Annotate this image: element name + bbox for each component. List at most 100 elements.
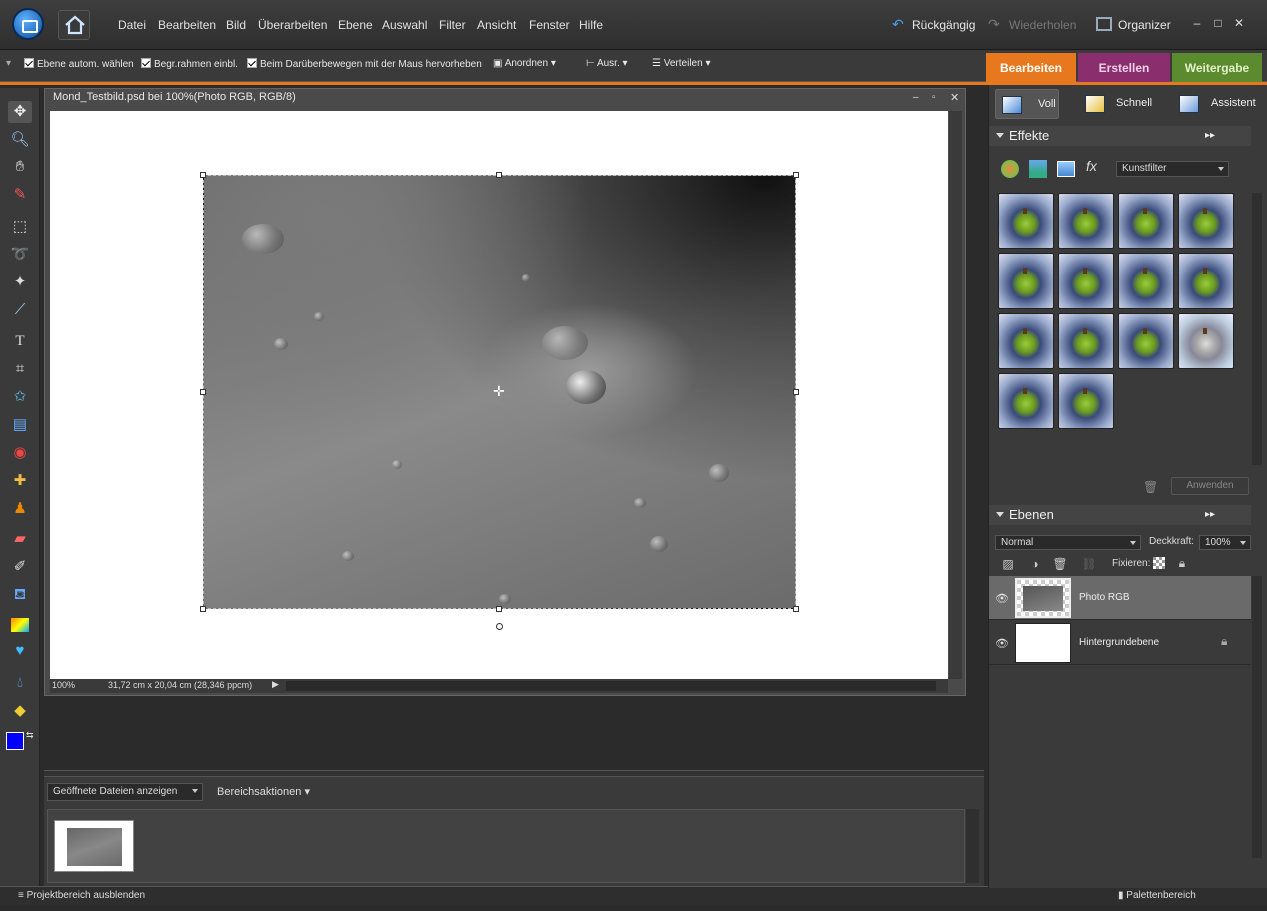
lock-all-icon[interactable]: 🔒︎ [1174,555,1190,571]
magic-wand-tool-icon[interactable]: ✦ [8,271,32,293]
effect-thumbnail[interactable] [1178,313,1234,369]
swap-colors-icon[interactable]: ⇆ [26,730,34,741]
open-files-dropdown[interactable]: Geöffnete Dateien anzeigen [47,783,203,801]
app-logo-icon[interactable] [12,8,44,40]
type-tool-icon[interactable]: T [8,330,32,352]
opacity-field[interactable]: 100% [1199,535,1251,550]
reference-point-icon[interactable]: ✛ [493,383,505,400]
menu-bild[interactable]: Bild [226,18,246,32]
link-layers-icon[interactable]: ⛓︎ [1081,556,1097,572]
auto-select-checkbox[interactable]: Ebene autom. wählen [24,58,134,70]
vertical-scrollbar[interactable] [949,111,962,679]
layer-row-background[interactable]: 👁︎ Hintergrundebene 🔒︎ [989,621,1251,665]
undo-icon[interactable]: ↶ [892,16,904,33]
close-icon[interactable]: ✕ [1232,16,1246,30]
effect-thumbnail[interactable] [1058,253,1114,309]
all-effects-icon[interactable]: fx [1086,158,1097,174]
shape-tool-icon[interactable]: ♥ [8,640,32,662]
options-arrow-icon[interactable]: ▾ [6,58,11,69]
paint-bucket-tool-icon[interactable]: ⛾ [8,584,32,606]
eyedropper-tool-icon[interactable]: ✎ [8,184,32,206]
menu-ueberarbeiten[interactable]: Überarbeiten [258,18,327,32]
effect-thumbnail[interactable] [1058,313,1114,369]
rotate-handle[interactable] [496,623,503,630]
horizontal-scrollbar[interactable] [286,681,936,691]
effect-thumbnail[interactable] [1118,253,1174,309]
photo-effects-icon[interactable] [1057,161,1075,177]
apply-effect-button[interactable]: Anwenden [1171,477,1249,495]
effect-thumbnail[interactable] [1118,193,1174,249]
menu-auswahl[interactable]: Auswahl [382,18,427,32]
adjustment-layer-icon[interactable]: ◑ [1027,556,1043,572]
healing-brush-tool-icon[interactable]: ✚ [8,470,32,492]
effect-thumbnail[interactable] [998,253,1054,309]
zoom-tool-icon[interactable]: 🔍︎ [8,129,32,151]
palette-bin-button[interactable]: ▮ Palettenbereich [1118,890,1196,901]
effects-scrollbar[interactable] [1252,193,1262,465]
edit-mode-quick-button[interactable]: Schnell [1116,97,1152,109]
straighten-tool-icon[interactable]: ▤ [8,414,32,436]
lock-transparency-icon[interactable] [1153,557,1165,569]
cookie-cutter-tool-icon[interactable]: ✩ [8,386,32,408]
tab-erstellen[interactable]: Erstellen [1078,53,1170,83]
transform-handle[interactable] [200,606,206,612]
effect-thumbnail[interactable] [998,313,1054,369]
transform-handle[interactable] [793,606,799,612]
move-tool-icon[interactable]: ✥ [8,101,32,123]
trash-icon[interactable]: 🗑︎ [1143,480,1158,494]
blend-mode-dropdown[interactable]: Normal [995,535,1141,550]
area-actions-menu[interactable]: Bereichsaktionen ▾ [217,785,310,798]
image-canvas[interactable]: ✛ [50,111,948,679]
effect-thumbnail[interactable] [1178,253,1234,309]
project-bin-scrollbar[interactable] [966,809,979,883]
effect-thumbnail[interactable] [1178,193,1234,249]
edit-mode-guided-button[interactable]: Assistent [1211,97,1256,109]
transform-handle[interactable] [793,172,799,178]
align-dropdown[interactable]: ⊢ Ausr. ▾ [586,58,628,69]
tab-bearbeiten[interactable]: Bearbeiten [986,53,1076,83]
effect-thumbnail[interactable] [1058,373,1114,429]
brush-tool-icon[interactable]: ✐ [8,556,32,578]
layer-row-photo-rgb[interactable]: 👁︎ Photo RGB [989,576,1251,620]
hand-tool-icon[interactable]: ✋︎ [8,156,32,178]
transform-handle[interactable] [200,389,206,395]
menu-ansicht[interactable]: Ansicht [477,18,516,32]
doc-minimize-icon[interactable]: – [913,92,919,103]
redo-button[interactable]: Wiederholen [1009,18,1076,32]
menu-hilfe[interactable]: Hilfe [579,18,603,32]
menu-bearbeiten[interactable]: Bearbeiten [158,18,216,32]
arrange-dropdown[interactable]: ▣ Anordnen ▾ [493,58,556,69]
menu-fenster[interactable]: Fenster [529,18,570,32]
panel-menu-icon[interactable]: ▸▸ [1205,505,1215,525]
new-layer-icon[interactable]: ▨ [1000,556,1016,572]
clone-stamp-tool-icon[interactable]: ♟ [8,498,32,520]
blur-tool-icon[interactable]: 💧︎ [8,672,32,694]
tab-weitergabe[interactable]: Weitergabe [1172,53,1262,83]
undo-button[interactable]: Rückgängig [912,18,975,32]
guided-edit-icon[interactable] [1179,95,1199,113]
marquee-tool-icon[interactable]: ⬚ [8,216,32,238]
effect-thumbnail[interactable] [1118,313,1174,369]
effect-thumbnail[interactable] [998,193,1054,249]
menu-datei[interactable]: Datei [118,18,146,32]
transform-handle[interactable] [200,172,206,178]
zoom-level[interactable]: 100% [52,680,75,690]
doc-maximize-icon[interactable]: ▫ [932,92,936,103]
eraser-tool-icon[interactable]: ▰ [8,528,32,550]
effects-panel-header[interactable]: Effekte ▸▸ [989,126,1251,146]
visibility-eye-icon[interactable]: 👁︎ [995,592,1009,605]
transform-handle[interactable] [793,389,799,395]
sponge-tool-icon[interactable]: ◆ [8,700,32,722]
open-file-thumbnail[interactable] [54,820,134,872]
panel-menu-icon[interactable]: ▸▸ [1205,126,1215,146]
hide-project-bin-button[interactable]: ≡ Projektbereich ausblenden [18,890,145,901]
minimize-icon[interactable]: – [1190,16,1204,30]
distribute-dropdown[interactable]: ☰ Verteilen ▾ [652,58,710,69]
effect-thumbnail[interactable] [998,373,1054,429]
foreground-color-swatch[interactable] [6,732,24,750]
layers-panel-header[interactable]: Ebenen ▸▸ [989,505,1251,525]
transform-handle[interactable] [496,606,502,612]
organizer-icon[interactable] [1096,17,1112,31]
transform-handle[interactable] [496,172,502,178]
menu-ebene[interactable]: Ebene [338,18,373,32]
